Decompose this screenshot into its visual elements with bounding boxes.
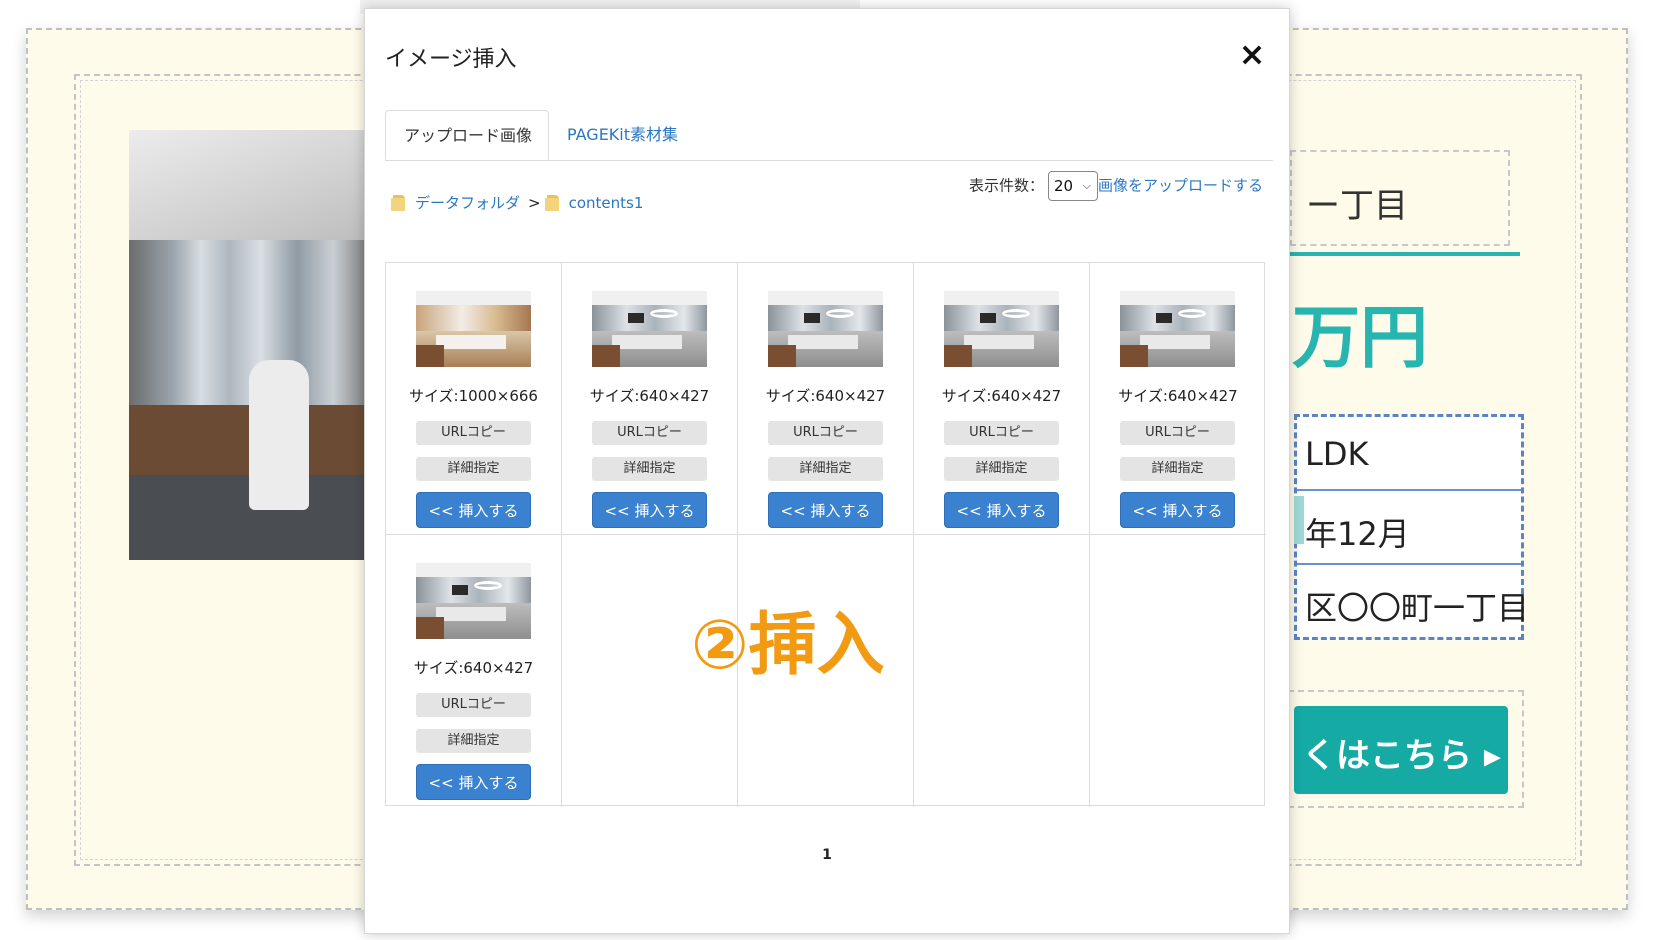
close-icon[interactable]: ×	[1235, 37, 1269, 71]
table-row: LDK	[1297, 417, 1521, 491]
address-block[interactable]: ー丁目	[1290, 150, 1510, 246]
step-annotation: ②挿入	[691, 606, 885, 685]
image-thumbnail[interactable]	[416, 563, 531, 639]
count-select-value: 20	[1053, 177, 1074, 195]
property-photo[interactable]	[129, 130, 369, 560]
table-row: 区〇〇町一丁目	[1305, 589, 1530, 627]
tab-pagekit-materials[interactable]: PAGEKit素材集	[549, 110, 696, 160]
insert-button[interactable]: << 挿入する	[416, 764, 531, 800]
count-label: 表示件数：	[968, 176, 1044, 195]
detail-settings-button[interactable]: 詳細指定	[1120, 457, 1235, 481]
detail-settings-button[interactable]: 詳細指定	[416, 729, 531, 753]
table-marker	[1294, 496, 1304, 544]
url-copy-button[interactable]: URLコピー	[416, 421, 531, 445]
image-size-label: サイズ:640×427	[589, 387, 710, 405]
tab-uploaded-images[interactable]: アップロード画像	[385, 110, 549, 160]
image-card: サイズ:640×427 URLコピー 詳細指定 << 挿入する	[738, 263, 914, 535]
breadcrumb-separator: >	[528, 194, 541, 212]
insert-button[interactable]: << 挿入する	[768, 492, 883, 528]
detail-settings-button[interactable]: 詳細指定	[768, 457, 883, 481]
image-thumbnail[interactable]	[416, 291, 531, 367]
image-card: サイズ:1000×666 URLコピー 詳細指定 << 挿入する	[386, 263, 562, 535]
image-card: サイズ:640×427 URLコピー 詳細指定 << 挿入する	[386, 535, 562, 807]
url-copy-button[interactable]: URLコピー	[1120, 421, 1235, 445]
cta-button[interactable]: くはこちら ▸	[1294, 706, 1508, 794]
image-size-label: サイズ:640×427	[765, 387, 886, 405]
detail-settings-button[interactable]: 詳細指定	[944, 457, 1059, 481]
photo-chair	[249, 360, 309, 510]
image-card: サイズ:640×427 URLコピー 詳細指定 << 挿入する	[1090, 263, 1266, 535]
breadcrumb-root-link[interactable]: データフォルダ	[415, 194, 520, 212]
empty-cell	[914, 535, 1090, 807]
chevron-down-icon: ⌵	[1082, 179, 1091, 192]
url-copy-button[interactable]: URLコピー	[768, 421, 883, 445]
breadcrumb: データフォルダ > contents1	[391, 192, 644, 213]
count-area: 表示件数： 20 ⌵ 画像をアップロードする	[969, 171, 1263, 201]
upload-image-link[interactable]: 画像をアップロードする	[1098, 177, 1263, 195]
url-copy-button[interactable]: URLコピー	[944, 421, 1059, 445]
price-text: 万円	[1292, 299, 1429, 378]
detail-settings-button[interactable]: 詳細指定	[416, 457, 531, 481]
image-thumbnail[interactable]	[1120, 291, 1235, 367]
table-row: 年12月	[1297, 491, 1521, 565]
count-select[interactable]: 20 ⌵	[1047, 171, 1098, 201]
insert-button[interactable]: << 挿入する	[592, 492, 707, 528]
detail-settings-button[interactable]: 詳細指定	[592, 457, 707, 481]
image-grid: サイズ:1000×666 URLコピー 詳細指定 << 挿入する サイズ:640…	[385, 262, 1266, 807]
page-number[interactable]: 1	[365, 847, 1289, 863]
image-size-label: サイズ:1000×666	[409, 387, 538, 405]
image-card: サイズ:640×427 URLコピー 詳細指定 << 挿入する	[914, 263, 1090, 535]
image-thumbnail[interactable]	[768, 291, 883, 367]
address-text: ー丁目	[1306, 186, 1408, 226]
image-thumbnail[interactable]	[592, 291, 707, 367]
property-info-table[interactable]: LDK 年12月 区〇〇町一丁目	[1294, 414, 1530, 640]
tab-bar: アップロード画像 PAGEKit素材集	[385, 110, 1273, 161]
modal-title: イメージ挿入	[385, 47, 517, 72]
divider-line	[1290, 252, 1520, 256]
image-insert-modal: イメージ挿入 × アップロード画像 PAGEKit素材集 データフォルダ > con…	[364, 8, 1290, 934]
folder-icon	[544, 195, 559, 211]
url-copy-button[interactable]: URLコピー	[416, 693, 531, 717]
image-thumbnail[interactable]	[944, 291, 1059, 367]
url-copy-button[interactable]: URLコピー	[592, 421, 707, 445]
insert-button[interactable]: << 挿入する	[944, 492, 1059, 528]
image-size-label: サイズ:640×427	[941, 387, 1062, 405]
folder-icon	[391, 195, 405, 211]
insert-button[interactable]: << 挿入する	[416, 492, 531, 528]
insert-button[interactable]: << 挿入する	[1120, 492, 1235, 528]
image-size-label: サイズ:640×427	[413, 659, 534, 677]
photo-ceiling	[129, 130, 369, 240]
breadcrumb-current-link[interactable]: contents1	[569, 194, 644, 212]
image-card: サイズ:640×427 URLコピー 詳細指定 << 挿入する	[562, 263, 738, 535]
image-size-label: サイズ:640×427	[1118, 387, 1238, 405]
empty-cell	[1090, 535, 1266, 807]
